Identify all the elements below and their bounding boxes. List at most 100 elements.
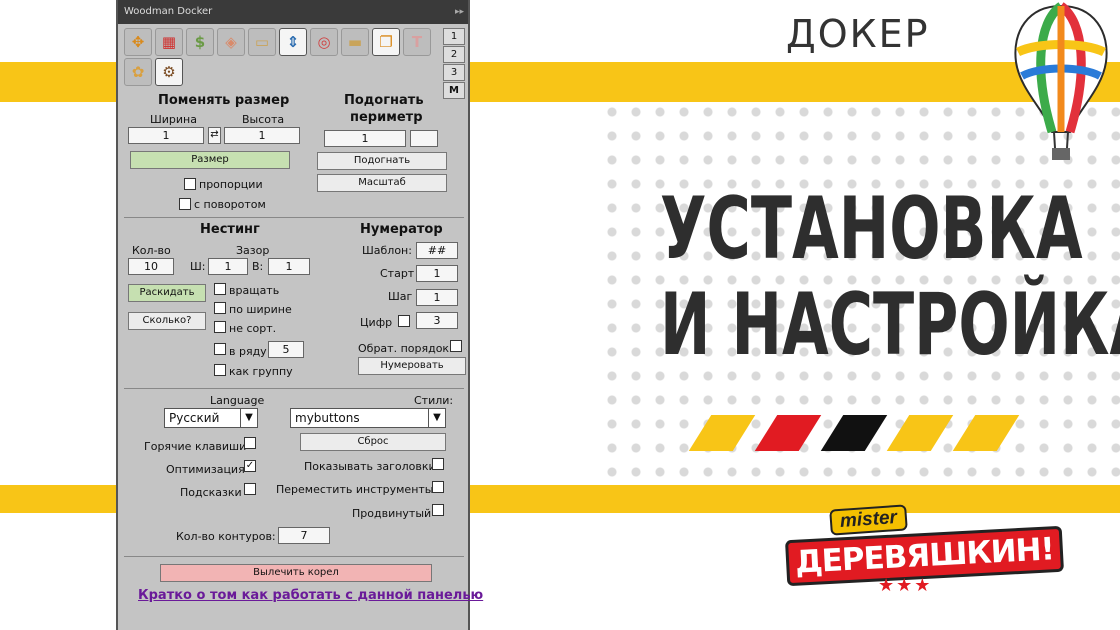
fit-button[interactable]: Подогнать [317, 152, 447, 170]
layers-icon[interactable]: ❐ [372, 28, 400, 56]
scale-button[interactable]: Масштаб [317, 174, 447, 192]
language-select[interactable]: Русский ▼ [164, 408, 258, 428]
diamond-shapes-icon[interactable]: ◈ [217, 28, 245, 56]
digits-label: Цифр [360, 316, 393, 329]
width-input[interactable]: 1 [128, 127, 204, 144]
stripe-3 [820, 415, 888, 451]
gap-w-label: Ш: [190, 260, 206, 273]
show-headers-label: Показывать заголовки [304, 460, 436, 473]
resize-title: Поменять размер [158, 93, 290, 108]
language-value: Русский [169, 411, 220, 425]
nesting-title: Нестинг [200, 222, 260, 237]
gap-h-input[interactable]: 1 [268, 258, 310, 275]
stripe-4 [886, 415, 954, 451]
number-button[interactable]: Нумеровать [358, 357, 466, 375]
docker-title: Woodman Docker [124, 6, 213, 17]
title-line-2: И НАСТРОЙКА [660, 275, 1120, 375]
rotate-checkbox[interactable] [214, 283, 226, 295]
as-group-checkbox[interactable] [214, 364, 226, 376]
height-input[interactable]: 1 [224, 127, 300, 144]
rectangle-icon[interactable]: ▬ [341, 28, 369, 56]
no-sort-checkbox[interactable] [214, 321, 226, 333]
contours-input[interactable]: 7 [278, 527, 330, 544]
numerator-title: Нумератор [360, 222, 443, 237]
side-tab-1[interactable]: 1 [443, 28, 465, 45]
perimeter-input-2[interactable] [410, 130, 438, 147]
no-sort-label: не сорт. [229, 322, 277, 335]
start-input[interactable]: 1 [416, 265, 458, 282]
styles-label: Стили: [414, 394, 454, 407]
rotation-label: с поворотом [194, 198, 266, 211]
digits-input[interactable]: 3 [416, 312, 458, 329]
in-row-input[interactable]: 5 [268, 341, 304, 358]
hints-label: Подсказки [180, 486, 242, 499]
proportions-checkbox[interactable] [184, 178, 196, 190]
styles-select[interactable]: mybuttons ▼ [290, 408, 446, 428]
rotation-checkbox[interactable] [179, 198, 191, 210]
settings-section [124, 388, 464, 389]
help-link[interactable]: Кратко о том как работать с данной панел… [138, 588, 483, 603]
resize-arrows-icon[interactable]: ⇕ [279, 28, 307, 56]
optimization-label: Оптимизация [166, 463, 245, 476]
text-t-icon[interactable]: T [403, 28, 431, 56]
swap-button[interactable]: ⇄ [208, 127, 221, 144]
hotkeys-label: Горячие клавиши [144, 440, 247, 453]
proportions-label: пропорции [199, 178, 263, 191]
reset-button[interactable]: Сброс [300, 433, 446, 451]
stripe-2 [754, 415, 822, 451]
chevron-down-icon: ▼ [428, 409, 445, 427]
title-line-1: УСТАНОВКА [660, 179, 1083, 279]
step-input[interactable]: 1 [416, 289, 458, 306]
perimeter-input[interactable]: 1 [324, 130, 406, 147]
reverse-order-label: Обрат. порядок [358, 342, 450, 355]
in-row-label: в ряду [229, 345, 267, 358]
color-blocks-icon[interactable]: ▦ [155, 28, 183, 56]
frame-icon[interactable]: ▭ [248, 28, 276, 56]
show-headers-checkbox[interactable] [432, 458, 444, 470]
brand-stars: ★★★ [878, 575, 933, 595]
template-input[interactable]: ## [416, 242, 458, 259]
optimization-checkbox[interactable]: ✓ [244, 460, 256, 472]
hotkeys-checkbox[interactable] [244, 437, 256, 449]
by-width-label: по ширине [229, 303, 292, 316]
by-width-checkbox[interactable] [214, 302, 226, 314]
side-tab-m[interactable]: M [443, 82, 465, 99]
as-group-label: как группу [229, 365, 293, 378]
balloon-logo-icon [1014, 2, 1108, 160]
language-label: Language [210, 394, 265, 407]
count-input[interactable]: 10 [128, 258, 174, 275]
woodman-docker-panel: Woodman Docker ▸▸ ✥ ▦ $ ◈ ▭ ⇕ ◎ ▬ ❐ T ✿ ⚙ 1 2 3 M П… [116, 0, 483, 630]
reverse-order-checkbox[interactable] [450, 340, 462, 352]
footer-section [124, 556, 464, 557]
advanced-checkbox[interactable] [432, 504, 444, 516]
puzzle-icon[interactable]: ✿ [124, 58, 152, 86]
fit-title-2: периметр [350, 110, 423, 125]
gap-w-input[interactable]: 1 [208, 258, 248, 275]
fit-title-1: Подогнать [344, 93, 424, 108]
rotate-label: вращать [229, 284, 280, 297]
header-word: ДОКЕР [786, 12, 930, 56]
move-arrows-icon[interactable]: ✥ [124, 28, 152, 56]
circle-target-icon[interactable]: ◎ [310, 28, 338, 56]
gear-icon[interactable]: ⚙ [155, 58, 183, 86]
howmany-button[interactable]: Сколько? [128, 312, 206, 330]
contours-label: Кол-во контуров: [176, 530, 276, 543]
styles-value: mybuttons [295, 411, 360, 425]
in-row-checkbox[interactable] [214, 343, 226, 355]
brand-logo: mister ДЕРЕВЯШКИН! ★★★ [784, 504, 1064, 595]
fix-corel-button[interactable]: Вылечить корел [160, 564, 432, 582]
distribute-button[interactable]: Раскидать [128, 284, 206, 302]
size-button[interactable]: Размер [130, 151, 290, 169]
height-label: Высота [242, 113, 285, 126]
dollar-coin-icon[interactable]: $ [186, 28, 214, 56]
collapse-arrows-icon[interactable]: ▸▸ [455, 0, 464, 24]
move-tools-checkbox[interactable] [432, 481, 444, 493]
stripes [688, 415, 1020, 451]
gap-label: Зазор [236, 244, 270, 257]
docker-titlebar: Woodman Docker ▸▸ [118, 0, 468, 24]
side-tab-3[interactable]: 3 [443, 64, 465, 81]
side-tab-2[interactable]: 2 [443, 46, 465, 63]
hints-checkbox[interactable] [244, 483, 256, 495]
digits-checkbox[interactable] [398, 315, 410, 327]
start-label: Старт [380, 267, 415, 280]
